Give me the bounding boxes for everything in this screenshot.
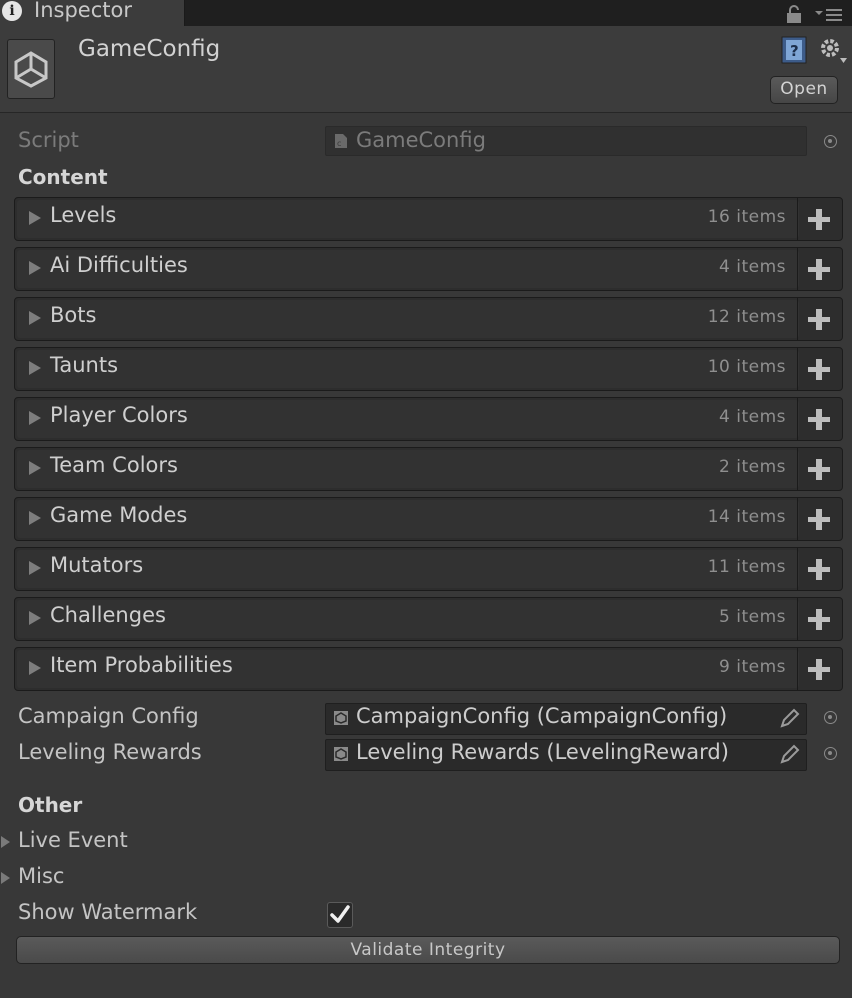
tab-inspector[interactable]: i Inspector (0, 0, 185, 26)
expand-arrow-icon[interactable] (29, 261, 41, 275)
list-label: Levels (50, 203, 117, 227)
show-watermark-checkbox[interactable] (327, 902, 353, 928)
help-icon[interactable]: ? (781, 36, 809, 64)
live-event-foldout[interactable]: Live Event (18, 828, 128, 852)
list-label: Player Colors (50, 403, 188, 427)
add-icon[interactable] (797, 648, 842, 690)
other-heading: Other (18, 793, 83, 817)
list-label: Item Probabilities (50, 653, 233, 677)
list-label: Taunts (50, 353, 119, 377)
list-label: Bots (50, 303, 97, 327)
list-label: Team Colors (50, 453, 178, 477)
list-row-item-probabilities[interactable]: Item Probabilities 9 items (14, 647, 843, 691)
item-count: 12 items (707, 307, 786, 327)
item-count: 4 items (719, 407, 786, 427)
list-row-taunts[interactable]: Taunts 10 items (14, 347, 843, 391)
scriptable-object-icon (334, 747, 348, 761)
list-row-bots[interactable]: Bots 12 items (14, 297, 843, 341)
expand-arrow-icon[interactable] (29, 411, 41, 425)
campaign-config-value: CampaignConfig (CampaignConfig) (356, 704, 728, 728)
content-heading: Content (18, 165, 108, 189)
expand-arrow-icon[interactable] (29, 361, 41, 375)
list-row-ai-difficulties[interactable]: Ai Difficulties 4 items (14, 247, 843, 291)
list-header[interactable] (17, 350, 799, 388)
list-row-game-modes[interactable]: Game Modes 14 items (14, 497, 843, 541)
leveling-rewards-label: Leveling Rewards (18, 740, 202, 764)
add-icon[interactable] (797, 298, 842, 340)
expand-arrow-icon[interactable] (29, 311, 41, 325)
foldout-arrow-icon[interactable] (1, 836, 10, 848)
tab-bar: i Inspector (0, 0, 852, 26)
svg-text:c: c (337, 139, 341, 148)
list-label: Challenges (50, 603, 166, 627)
lock-icon[interactable] (786, 5, 802, 23)
item-count: 16 items (707, 207, 786, 227)
list-row-team-colors[interactable]: Team Colors 2 items (14, 447, 843, 491)
object-picker-icon[interactable] (824, 747, 837, 760)
object-picker-icon[interactable] (824, 711, 837, 724)
open-button[interactable]: Open (770, 76, 838, 104)
list-label: Game Modes (50, 503, 188, 527)
expand-arrow-icon[interactable] (29, 561, 41, 575)
checkmark-icon (330, 905, 350, 923)
add-icon[interactable] (797, 598, 842, 640)
item-count: 5 items (719, 607, 786, 627)
item-count: 9 items (719, 657, 786, 677)
campaign-config-label: Campaign Config (18, 704, 199, 728)
add-icon[interactable] (797, 448, 842, 490)
expand-arrow-icon[interactable] (29, 511, 41, 525)
validate-integrity-button[interactable]: Validate Integrity (16, 936, 840, 964)
gear-icon[interactable] (818, 36, 848, 64)
item-count: 10 items (707, 357, 786, 377)
add-icon[interactable] (797, 248, 842, 290)
script-value: GameConfig (356, 128, 486, 152)
add-icon[interactable] (797, 348, 842, 390)
list-header[interactable] (17, 200, 799, 238)
expand-arrow-icon[interactable] (29, 211, 41, 225)
add-icon[interactable] (797, 398, 842, 440)
item-count: 4 items (719, 257, 786, 277)
pencil-icon[interactable] (779, 707, 801, 729)
item-count: 2 items (719, 457, 786, 477)
script-file-icon: c (335, 134, 347, 148)
script-picker-icon[interactable] (824, 135, 837, 148)
svg-text:?: ? (790, 42, 799, 60)
expand-arrow-icon[interactable] (29, 611, 41, 625)
script-label: Script (18, 128, 79, 152)
add-icon[interactable] (797, 198, 842, 240)
list-label: Ai Difficulties (50, 253, 188, 277)
list-row-challenges[interactable]: Challenges 5 items (14, 597, 843, 641)
add-icon[interactable] (797, 548, 842, 590)
list-row-mutators[interactable]: Mutators 11 items (14, 547, 843, 591)
tab-title: Inspector (34, 0, 132, 22)
list-header[interactable] (17, 300, 799, 338)
list-label: Mutators (50, 553, 144, 577)
info-icon: i (2, 1, 22, 21)
show-watermark-label: Show Watermark (18, 900, 198, 924)
list-row-levels[interactable]: Levels 16 items (14, 197, 843, 241)
tab-menu-icon[interactable] (814, 6, 844, 22)
misc-foldout[interactable]: Misc (18, 864, 64, 888)
leveling-rewards-value: Leveling Rewards (LevelingReward) (356, 740, 729, 764)
expand-arrow-icon[interactable] (29, 461, 41, 475)
unity-logo-icon (7, 39, 55, 99)
pencil-icon[interactable] (779, 743, 801, 765)
foldout-arrow-icon[interactable] (1, 872, 10, 884)
scriptable-object-icon (334, 711, 348, 725)
expand-arrow-icon[interactable] (29, 661, 41, 675)
list-row-player-colors[interactable]: Player Colors 4 items (14, 397, 843, 441)
item-count: 14 items (707, 507, 786, 527)
item-count: 11 items (707, 557, 786, 577)
add-icon[interactable] (797, 498, 842, 540)
asset-name: GameConfig (78, 36, 221, 62)
